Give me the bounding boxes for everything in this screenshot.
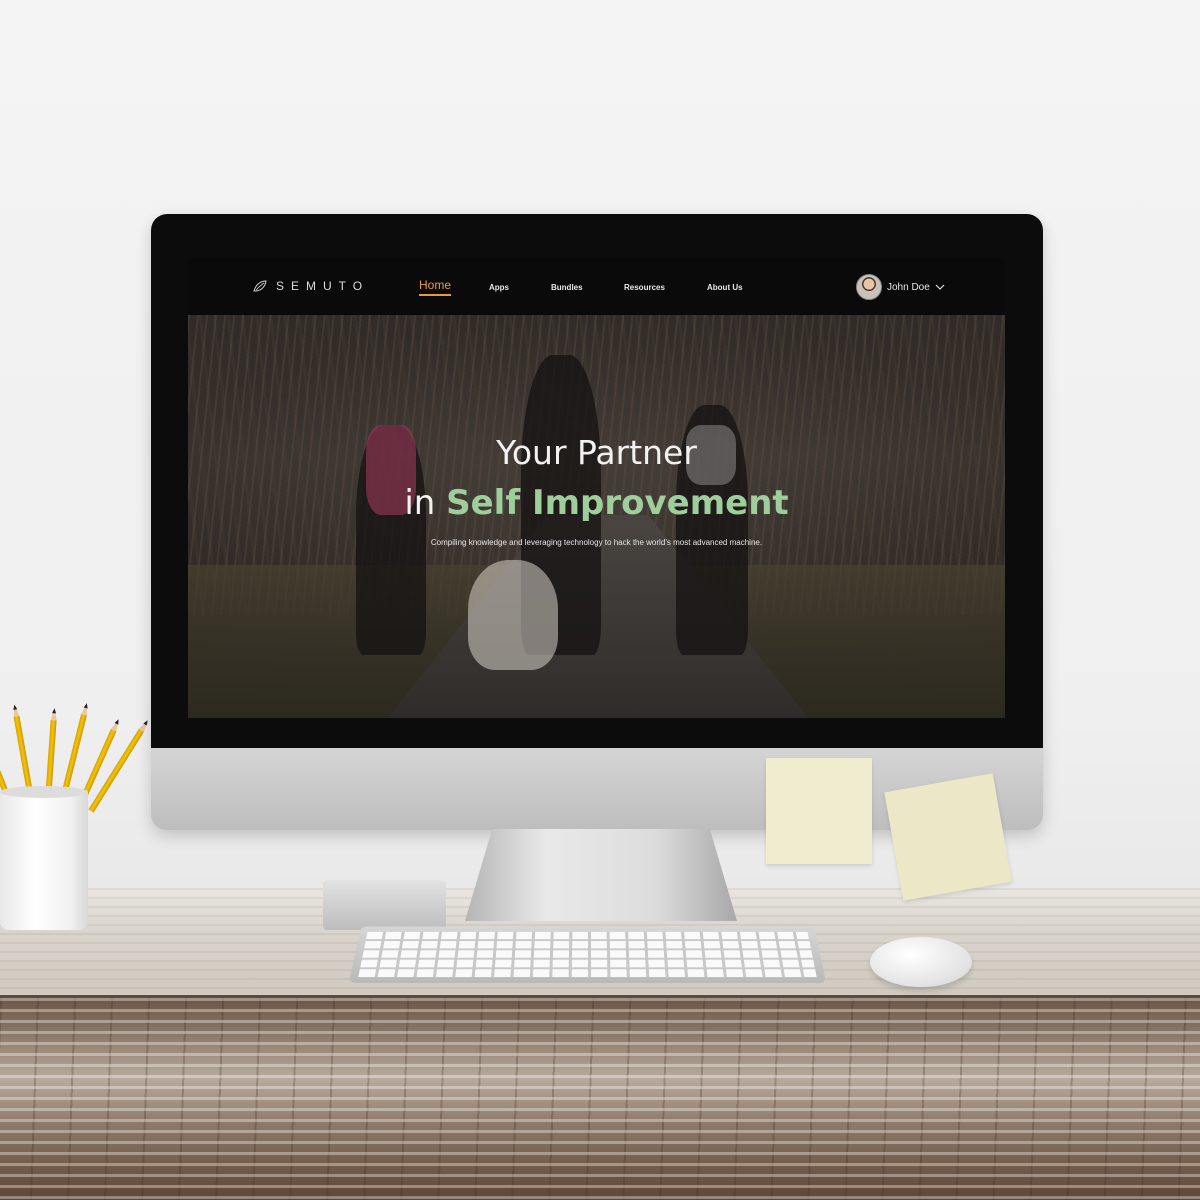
mouse <box>870 937 972 987</box>
navbar: SEMUTO Home Apps Bundles Resources About… <box>188 258 1005 315</box>
desk-front <box>0 998 1200 1200</box>
user-name: John Doe <box>887 281 930 293</box>
avatar[interactable] <box>856 274 882 300</box>
monitor-stand <box>465 829 737 921</box>
hero-title-line2: in Self Improvement <box>188 483 1005 523</box>
hero-title-highlight: Self Improvement <box>446 483 789 523</box>
hero-section: Your Partner in Self Improvement Compili… <box>188 315 1005 718</box>
nav-home[interactable]: Home <box>419 278 452 296</box>
keyboard <box>348 926 827 983</box>
nav-resources[interactable]: Resources <box>624 283 665 292</box>
brand-logo[interactable]: SEMUTO <box>252 278 369 294</box>
chevron-down-icon[interactable] <box>935 282 945 292</box>
hero-title-prefix: in <box>404 483 447 523</box>
sticky-note <box>884 773 1012 901</box>
nav-about-us[interactable]: About Us <box>707 283 743 292</box>
nav-apps[interactable]: Apps <box>489 283 509 292</box>
brand-name: SEMUTO <box>276 279 370 293</box>
cup <box>0 786 88 930</box>
dog <box>468 560 558 670</box>
hero-title-line1: Your Partner <box>496 433 697 472</box>
sticky-note <box>766 758 872 864</box>
desk-hub <box>323 880 446 930</box>
website-screen: SEMUTO Home Apps Bundles Resources About… <box>188 258 1005 718</box>
hero-subtitle: Compiling knowledge and leveraging techn… <box>430 538 763 547</box>
leaf-logo-icon <box>253 280 267 292</box>
user-menu[interactable]: John Doe <box>856 274 945 300</box>
nav-bundles[interactable]: Bundles <box>551 283 583 292</box>
keyboard-keys <box>358 931 817 978</box>
